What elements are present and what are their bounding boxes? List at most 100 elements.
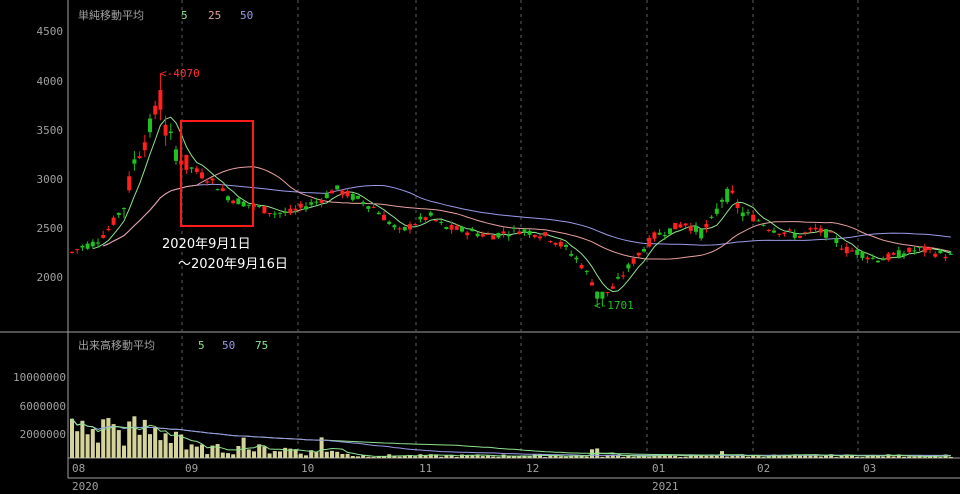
candle-body [111,217,116,225]
candle-body [538,236,542,239]
volume-bar [621,457,626,458]
candle-body [610,286,615,289]
volume-bar [454,456,459,458]
volume-bar [85,434,90,458]
annotation-date-start: 2020年9月1日 [162,237,251,252]
month-label-02: 02 [757,462,770,475]
candle-body [870,257,875,259]
ma-period-50: 50 [240,9,253,22]
candle-body [439,221,444,223]
candle-body [626,264,631,269]
volume-panel-title: 出来高移動平均 [78,338,155,352]
volume-bar [75,431,80,458]
candle-body [605,292,610,294]
candle-body [340,190,345,195]
candle-body [522,229,527,232]
volume-bar [122,445,126,458]
volume-bar [491,456,496,458]
volume-bar [564,456,568,458]
candle-body [553,242,558,245]
candle-body [288,208,293,214]
volume-bar [70,418,74,458]
candle-body [158,90,163,110]
volume-bar [179,434,184,458]
candle-body [839,248,844,250]
volume-bar [683,456,688,458]
volume-bar [548,455,553,458]
candle-body [142,142,147,151]
year-label-2020: 2020 [72,480,99,493]
candle-body [278,212,282,214]
low-price-label: <-1701 [594,299,634,312]
candle-body [543,232,548,236]
volume-bar [132,416,137,458]
candle-body [200,172,204,179]
candle-body [236,198,241,205]
candle-body [501,231,506,234]
candle-body [210,178,215,181]
month-label-11: 11 [419,462,432,475]
volume-tick-6000000: 6000000 [20,400,66,413]
volume-bar [855,456,860,458]
candle-body [886,253,891,260]
candle-body [293,208,298,211]
candle-body [652,232,657,239]
candle-body [298,203,303,208]
candle-body [751,214,756,222]
volume-bar [506,456,511,458]
candle-body [584,270,589,272]
candle-body [730,190,735,193]
volume-bar [168,443,173,458]
candle-body [943,256,948,259]
volume-bar [517,456,522,458]
candle-body [621,275,626,277]
candle-body [262,206,267,214]
candle-body [428,212,433,216]
candle-body [928,247,932,250]
candle-body [366,206,371,209]
candle-body [631,258,636,264]
candle-body [714,208,719,214]
volume-bar [80,420,85,458]
candle-body [506,234,511,237]
candle-body [491,235,496,240]
candle-body [127,176,132,191]
candle-body [824,229,828,238]
candle-body [808,228,813,230]
candle-body [933,253,938,257]
candle-body [304,206,308,210]
candle-body [231,200,236,204]
candle-body [548,241,553,243]
volume-bar [116,430,121,458]
candle-body [818,228,823,233]
candle-body [460,226,464,232]
volume-bar [189,444,194,458]
volume-bar [922,457,927,458]
candle-body [486,233,490,235]
ma-period-25: 25 [208,9,221,22]
candle-body [220,188,225,191]
candle-body [558,241,563,247]
volume-bar [231,454,236,458]
candle-body [746,212,750,214]
volume-bar [938,457,943,458]
volume-bar [486,455,490,458]
candle-body [777,233,782,235]
volume-bar [293,449,298,458]
vol-ma-period-75: 75 [255,339,268,352]
volume-bar [148,434,152,458]
candle-body [402,226,407,231]
vol-ma-period-50: 50 [222,339,235,352]
candle-body [70,251,74,253]
candle-body [382,214,386,221]
candle-body [257,205,262,207]
candle-body [163,124,168,136]
candle-body [922,246,927,253]
volume-bar [205,454,210,458]
candle-body [647,237,652,247]
candle-body [226,196,230,201]
volume-tick-2000000: 2000000 [20,428,66,441]
candle-body [449,224,454,230]
price-panel-title: 単純移動平均 [78,8,144,22]
candle-body [319,200,324,203]
